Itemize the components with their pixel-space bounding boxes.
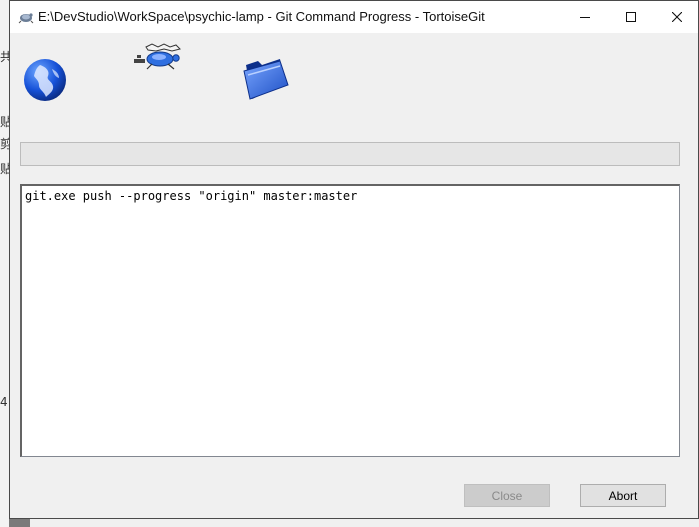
progress-bar	[20, 142, 680, 166]
title-bar[interactable]: E:\DevStudio\WorkSpace\psychic-lamp - Gi…	[10, 1, 698, 33]
background-glyph: 4	[0, 395, 8, 409]
background-bottom-panel	[30, 519, 699, 527]
background-app-edge: 共 贴 剪 贴 4	[0, 0, 12, 527]
close-icon	[672, 11, 682, 22]
earth-globe-icon	[24, 59, 66, 101]
close-window-button[interactable]	[654, 1, 699, 32]
minimize-icon	[580, 16, 590, 18]
minimize-button[interactable]	[562, 1, 608, 32]
abort-button[interactable]: Abort	[580, 484, 666, 507]
command-output-log[interactable]: git.exe push --progress "origin" master:…	[20, 184, 680, 457]
maximize-button[interactable]	[608, 1, 654, 32]
git-progress-dialog: E:\DevStudio\WorkSpace\psychic-lamp - Gi…	[9, 0, 699, 519]
close-button[interactable]: Close	[464, 484, 550, 507]
flying-turtle-icon	[134, 43, 181, 70]
maximize-icon	[626, 11, 636, 22]
tortoisegit-icon	[18, 13, 34, 24]
folder-icon	[243, 59, 289, 100]
window-title: E:\DevStudio\WorkSpace\psychic-lamp - Gi…	[38, 9, 485, 24]
